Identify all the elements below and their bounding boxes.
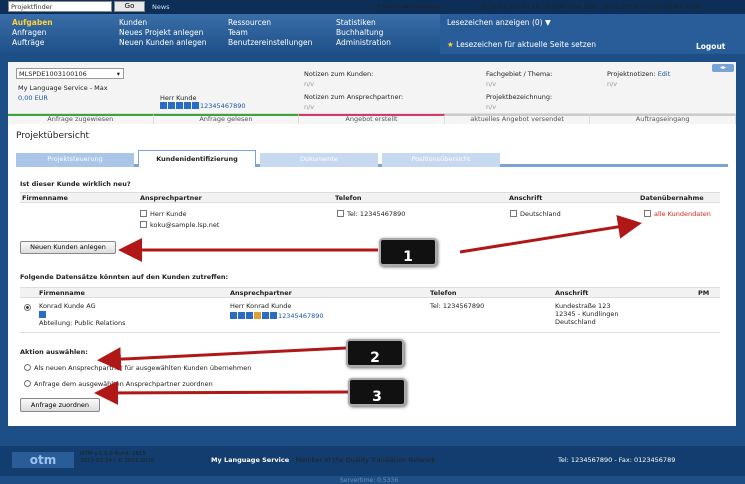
arrow-1-right: [459, 214, 642, 254]
callout-3: 3: [348, 378, 406, 406]
footer-contact: Tel: 1234567890 - Fax: 0123456789: [558, 456, 676, 464]
annotation-arrows: [94, 214, 642, 405]
otm-logo: otm: [12, 452, 74, 468]
arrow-2: [97, 346, 347, 372]
arrow-3: [94, 380, 349, 405]
footer-tagline: - Member of the Quality Translation Netw…: [289, 456, 436, 464]
callout-2: 2: [346, 339, 404, 367]
copyright-text: 2010-02-24 | © 2001-2010: [80, 458, 155, 464]
callout-1: 1: [379, 238, 437, 266]
version-info: OTM v.1.9.0 Build: 1615 2010-02-24 | © 20…: [80, 451, 155, 465]
footer-company-name: My Language Service: [211, 456, 290, 464]
version-text: OTM v.1.9.0 Build: 1615: [80, 451, 146, 457]
footer-company: My Language Service - Member of the Qual…: [211, 456, 435, 464]
